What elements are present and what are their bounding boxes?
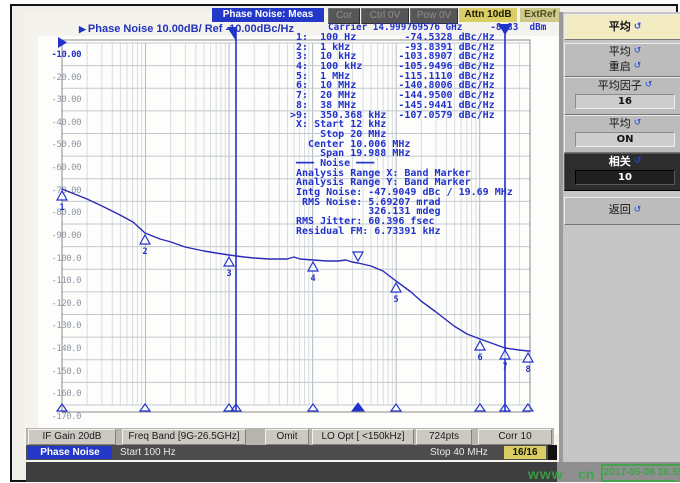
marker-8-icon bbox=[521, 351, 535, 363]
marker-7-number: 7 bbox=[503, 362, 508, 372]
marker-8-number: 8 bbox=[526, 365, 531, 375]
marker-1-icon bbox=[55, 189, 69, 201]
marker-6-icon bbox=[473, 339, 487, 351]
band-start-flag-icon bbox=[227, 27, 236, 41]
marker-5-number: 5 bbox=[394, 295, 399, 305]
noise-analysis-row: Residual FM: 6.73391 kHz bbox=[290, 225, 441, 237]
signal-source-analyzer-screen: ▶ Phase Noise 10.00dB/ Ref -10.00dBc/Hz -… bbox=[0, 0, 680, 483]
marker-7-icon bbox=[498, 348, 512, 360]
marker-4-icon bbox=[306, 260, 320, 272]
marker-1-number: 1 bbox=[60, 203, 65, 213]
marker-noise-readout: 1: 100 Hz -74.5328 dBc/Hz 2: 1 kHz -93.8… bbox=[290, 33, 513, 236]
active-marker-tick-icon bbox=[351, 402, 365, 412]
marker-4-number: 4 bbox=[311, 274, 316, 284]
marker-9-icon bbox=[351, 251, 365, 263]
marker-6-number: 6 bbox=[478, 353, 483, 363]
marker-2-number: 2 bbox=[143, 247, 148, 257]
marker-3-number: 3 bbox=[227, 269, 232, 279]
